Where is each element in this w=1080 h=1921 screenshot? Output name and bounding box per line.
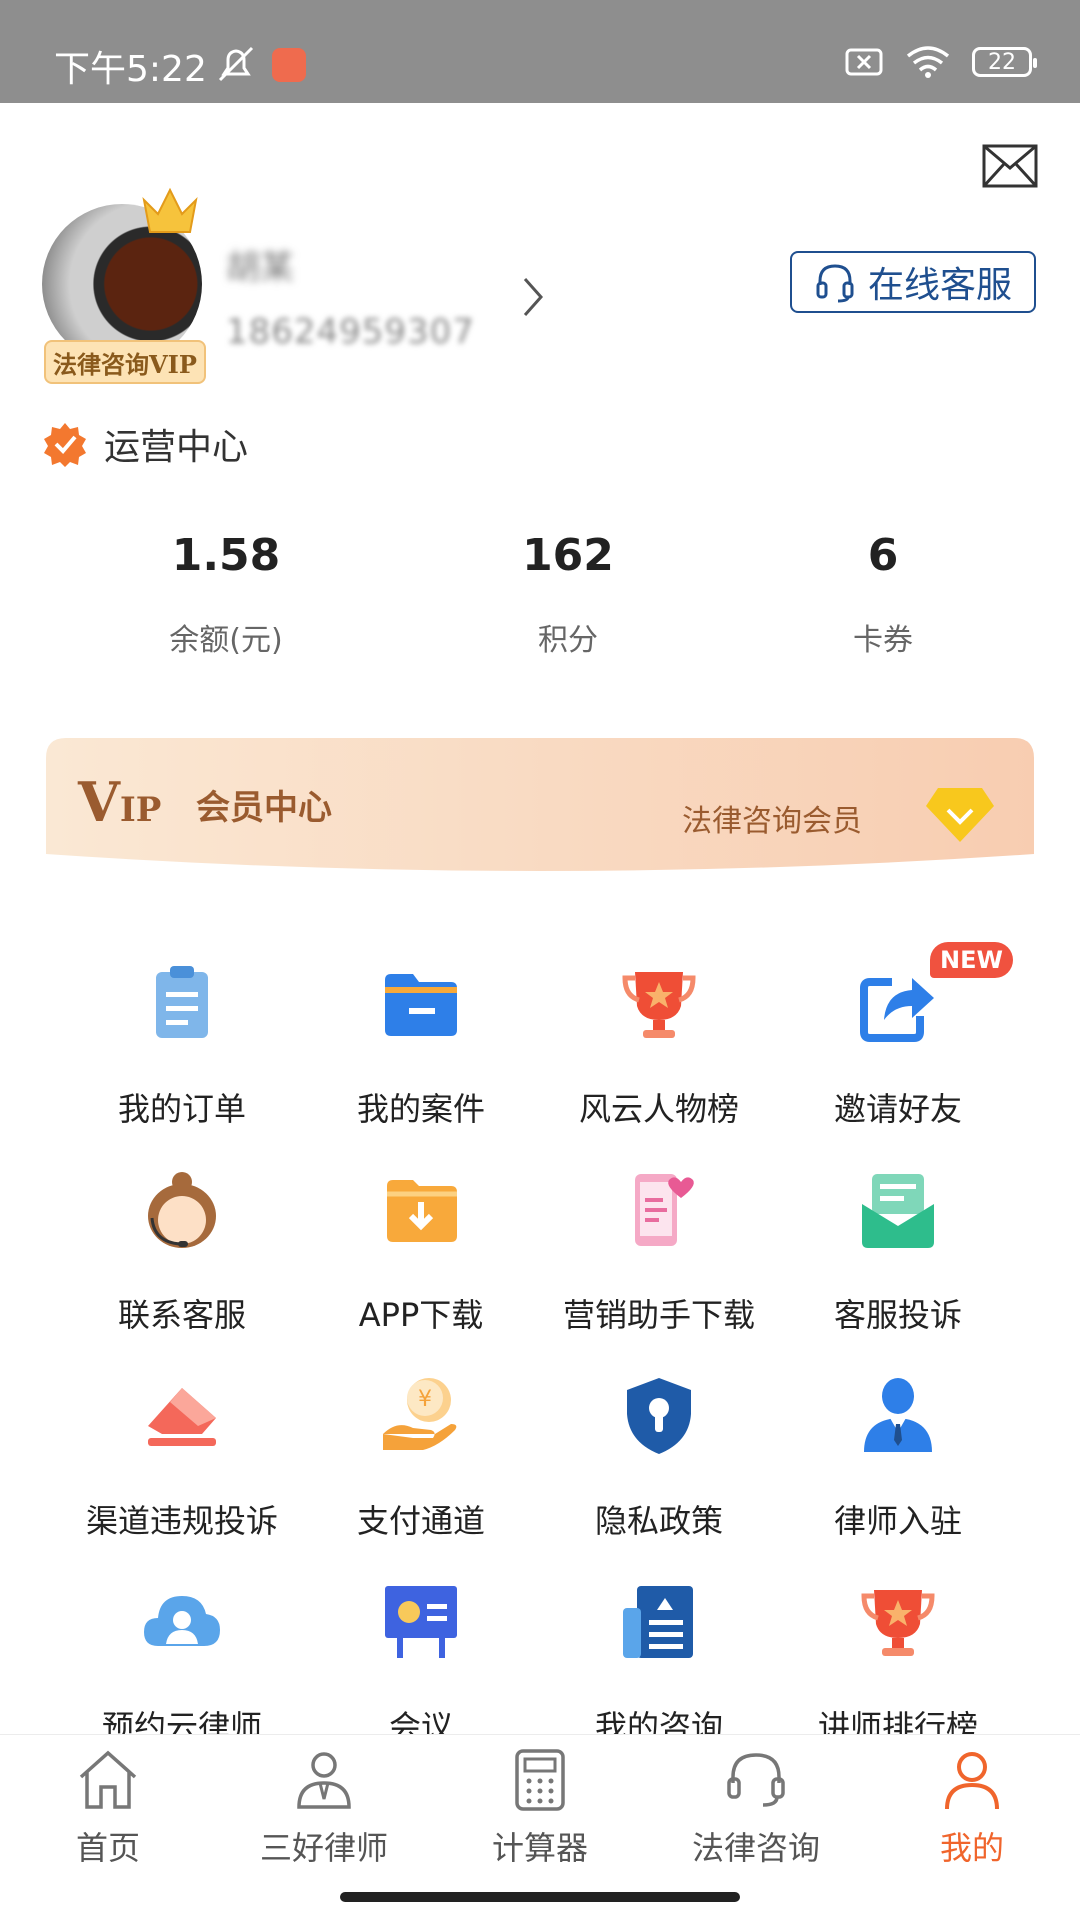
shield-lock-icon: [627, 1378, 691, 1454]
stat-coupons[interactable]: 6 卡券: [753, 530, 1013, 659]
newspaper-icon: [623, 1586, 693, 1658]
grid-label: 邀请好友: [833, 1090, 962, 1128]
vip-banner[interactable]: [46, 738, 1034, 880]
grid-label: 营销助手下载: [562, 1296, 755, 1334]
grid-item-my-orders[interactable]: 我的订单: [63, 962, 301, 1130]
clipboard-icon: [156, 966, 208, 1038]
grid-item-lecturer-ranking[interactable]: 讲师排行榜: [779, 1580, 1017, 1748]
grid-label: 联系客服: [117, 1296, 246, 1334]
user-name: 胡某: [226, 248, 294, 288]
grid-label: 风云人物榜: [578, 1090, 739, 1128]
phone-heart-icon: [635, 1174, 694, 1246]
stat-points[interactable]: 162 积分: [438, 530, 698, 659]
grid-item-my-consultation[interactable]: 我的咨询: [540, 1580, 778, 1748]
diamond-icon: [926, 788, 994, 842]
chevron-right-icon[interactable]: [522, 276, 544, 318]
grid-item-channel-violation[interactable]: 渠道违规投诉: [63, 1374, 301, 1542]
grid-item-book-cloud-lawyer[interactable]: 预约云律师: [63, 1580, 301, 1748]
vip-subtitle: 法律咨询会员: [682, 804, 862, 839]
nav-label: 三好律师: [259, 1829, 388, 1867]
verified-badge-icon: [44, 423, 86, 467]
status-bar: 下午5:22 22: [0, 0, 1080, 103]
grid-item-my-cases[interactable]: 我的案件: [302, 962, 540, 1130]
stat-value: 1.58: [171, 530, 281, 581]
stat-value: 162: [522, 530, 614, 581]
grid-label: APP下载: [358, 1296, 484, 1334]
mail-tray-icon: [862, 1174, 934, 1248]
stat-label: 余额(元): [169, 623, 283, 658]
vip-title: 会员中心: [196, 788, 332, 828]
online-service-button[interactable]: 在线客服: [790, 251, 1036, 313]
mute-icon: [218, 46, 254, 82]
wifi-icon: [906, 46, 950, 78]
grid-item-lawyer-join[interactable]: 律师入驻: [779, 1374, 1017, 1542]
cloud-lawyer-icon: [144, 1596, 220, 1646]
grid-label: 渠道违规投诉: [85, 1502, 278, 1540]
org-label: 运营中心: [104, 427, 249, 468]
nav-calculator[interactable]: 计算器: [440, 1747, 640, 1869]
grid-item-marketing-assistant[interactable]: 营销助手下载: [540, 1168, 778, 1336]
nav-lawyers[interactable]: 三好律师: [224, 1747, 424, 1869]
stat-label: 卡券: [853, 623, 913, 658]
calculator-icon: [515, 1749, 565, 1811]
nav-label: 首页: [75, 1829, 140, 1867]
org-row[interactable]: 运营中心: [42, 418, 248, 470]
online-service-label: 在线客服: [867, 265, 1012, 306]
download-folder-icon: [387, 1180, 457, 1242]
stat-label: 积分: [538, 623, 598, 658]
nav-label: 计算器: [491, 1829, 588, 1867]
grid-label: 客服投诉: [833, 1296, 962, 1334]
grid-item-payment-channel[interactable]: ¥ 支付通道: [302, 1374, 540, 1542]
share-icon: [860, 978, 934, 1042]
vip-logo: VIP: [78, 770, 162, 834]
folder-icon: [385, 974, 457, 1036]
coin-hand-icon: ¥: [383, 1378, 457, 1450]
grid-item-app-download[interactable]: APP下载: [302, 1168, 540, 1336]
nav-label: 我的: [939, 1829, 1004, 1867]
grid-label: 支付通道: [356, 1502, 485, 1540]
nav-mine[interactable]: 我的: [872, 1747, 1072, 1869]
crown-icon: [142, 187, 198, 233]
support-agent-icon: [148, 1172, 216, 1248]
trophy-icon: [622, 972, 696, 1038]
sim-off-icon: [845, 48, 883, 76]
status-time: 下午5:22: [54, 49, 207, 90]
lawyer-icon: [864, 1378, 932, 1452]
eraser-icon: [148, 1388, 216, 1446]
grid-item-service-complaint[interactable]: 客服投诉: [779, 1168, 1017, 1336]
grid-item-leaderboard[interactable]: 风云人物榜: [540, 962, 778, 1130]
battery-icon: 22: [972, 47, 1037, 77]
new-badge: NEW: [930, 942, 1013, 978]
nav-label: 法律咨询: [691, 1829, 820, 1867]
grid-label: 我的案件: [356, 1090, 485, 1128]
grid-item-invite-friends[interactable]: 邀请好友: [779, 962, 1017, 1130]
headset-icon: [816, 264, 854, 303]
stat-value: 6: [867, 530, 899, 581]
grid-label: 律师入驻: [833, 1502, 962, 1540]
grid-item-contact-support[interactable]: 联系客服: [63, 1168, 301, 1336]
vip-badge: 法律咨询VIP: [44, 340, 206, 384]
stat-balance[interactable]: 1.58 余额(元): [96, 530, 356, 659]
notification-app-icon: [272, 48, 306, 82]
user-phone: 18624959307: [226, 312, 475, 352]
nav-home[interactable]: 首页: [8, 1747, 208, 1869]
presentation-board-icon: [385, 1586, 457, 1658]
user-icon: [945, 1752, 999, 1810]
mail-icon[interactable]: [982, 144, 1038, 188]
home-icon: [79, 1750, 137, 1809]
svg-text:¥: ¥: [418, 1387, 432, 1412]
grid-label: 我的订单: [117, 1090, 246, 1128]
grid-item-meeting[interactable]: 会议: [302, 1580, 540, 1748]
nav-legal-consult[interactable]: 法律咨询: [656, 1747, 856, 1869]
medal-icon: [861, 1590, 935, 1656]
home-indicator[interactable]: [340, 1892, 740, 1902]
headset-icon: [727, 1753, 785, 1807]
grid-item-privacy-policy[interactable]: 隐私政策: [540, 1374, 778, 1542]
grid-label: 隐私政策: [594, 1502, 723, 1540]
person-icon: [297, 1752, 351, 1809]
